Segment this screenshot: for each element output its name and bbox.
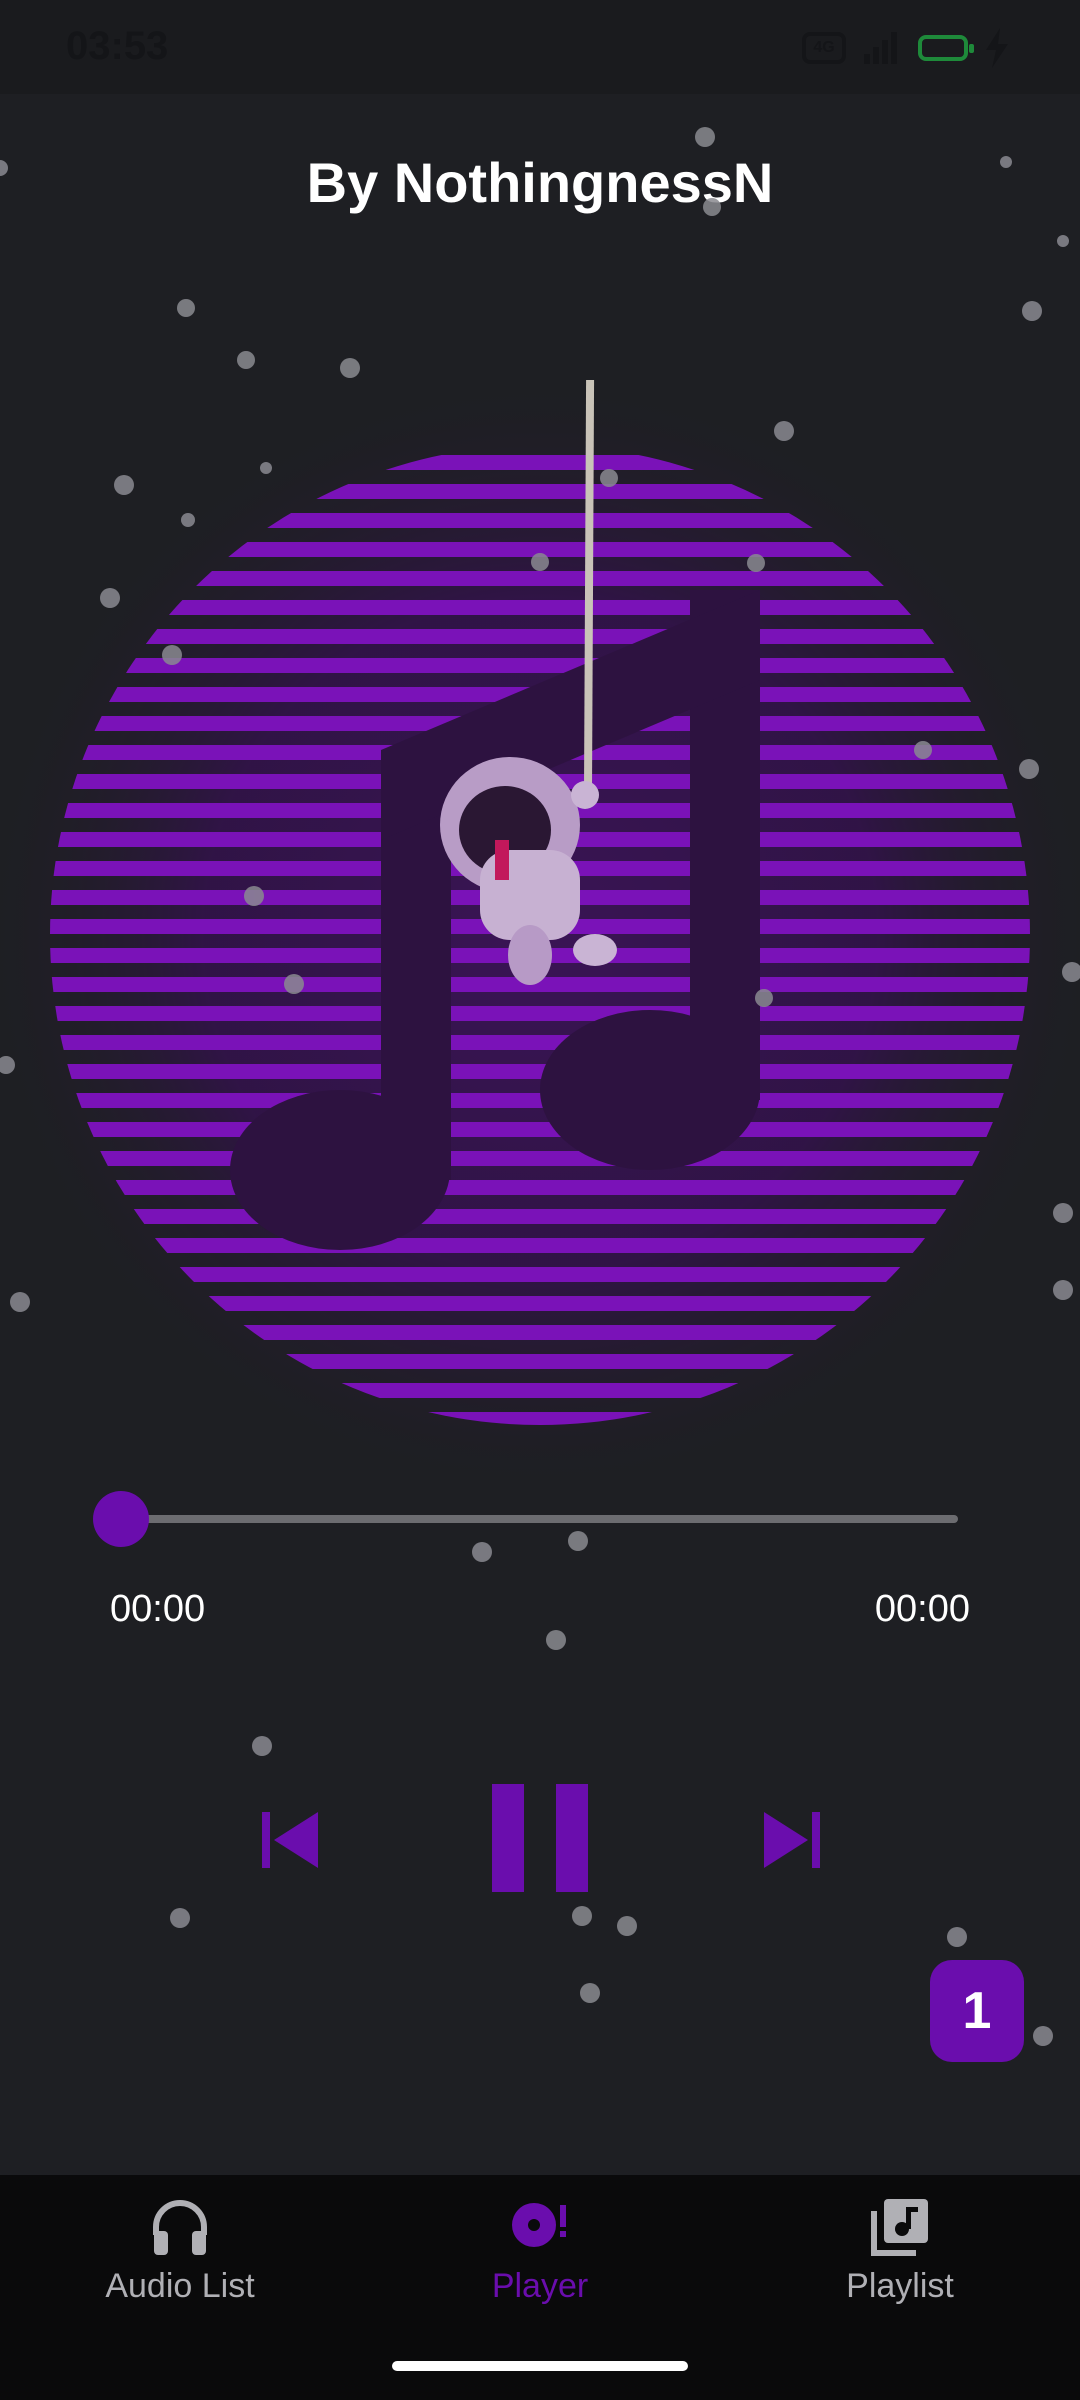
seek-bar-thumb[interactable] xyxy=(93,1491,149,1547)
art-stripe xyxy=(50,1064,1030,1079)
charging-icon xyxy=(986,28,1008,68)
particle-dot xyxy=(237,351,255,369)
particle-dot xyxy=(340,358,360,378)
particle-dot xyxy=(580,1983,600,2003)
nav-item-player[interactable]: Player xyxy=(400,2195,680,2306)
album-art xyxy=(0,380,1080,1480)
nav-item-audio-list[interactable]: Audio List xyxy=(40,2195,320,2306)
art-stripe xyxy=(50,1238,1030,1253)
particle-dot xyxy=(1033,2026,1053,2046)
particle-dot xyxy=(572,1906,592,1926)
home-indicator[interactable] xyxy=(392,2361,688,2371)
art-stripe xyxy=(50,1151,1030,1166)
pause-button[interactable] xyxy=(488,1780,592,1896)
skip-next-icon xyxy=(764,1812,820,1868)
particle-dot xyxy=(1022,301,1042,321)
status-bar: 03:53 4G xyxy=(0,0,1080,94)
art-stripe xyxy=(50,484,1030,499)
status-time: 03:53 xyxy=(66,24,169,68)
signal-icon xyxy=(864,32,897,64)
particle-dot xyxy=(472,1542,492,1562)
nav-label-audio-list: Audio List xyxy=(105,2267,255,2305)
particle-dot xyxy=(1057,235,1069,247)
art-stripe xyxy=(50,1412,1030,1425)
current-time: 00:00 xyxy=(110,1588,206,1630)
particle-dot xyxy=(177,299,195,317)
particle-dot xyxy=(252,1736,272,1756)
art-stripe xyxy=(50,1209,1030,1224)
nav-label-playlist: Playlist xyxy=(846,2267,954,2305)
status-icons: 4G xyxy=(802,26,1010,70)
art-stripe xyxy=(50,1006,1030,1021)
battery-icon xyxy=(918,35,974,61)
art-stripe xyxy=(50,1180,1030,1195)
art-stripe xyxy=(50,1093,1030,1108)
nav-item-playlist[interactable]: Playlist xyxy=(760,2195,1040,2306)
nav-label-player: Player xyxy=(491,2267,589,2305)
particle-dot xyxy=(617,1916,637,1936)
particle-dot xyxy=(170,1908,190,1928)
player-screen: 03:53 4G By NothingnessN 00:00 00:00 1 A… xyxy=(0,0,1080,2400)
particle-dot xyxy=(546,1630,566,1650)
headphones-icon xyxy=(153,2200,207,2255)
art-stripe xyxy=(50,629,1030,644)
art-stripe xyxy=(50,1122,1030,1137)
art-stripe xyxy=(50,600,1030,615)
library-music-icon xyxy=(871,2199,928,2256)
seek-bar-track[interactable] xyxy=(120,1515,958,1523)
disc-icon xyxy=(512,2203,566,2247)
network-type-icon: 4G xyxy=(802,32,846,64)
particle-dot xyxy=(568,1531,588,1551)
particle-dot xyxy=(695,127,715,147)
art-stripe xyxy=(50,1035,1030,1050)
rope xyxy=(584,380,595,791)
queue-count-badge[interactable]: 1 xyxy=(930,1960,1024,2062)
total-time: 00:00 xyxy=(874,1588,970,1630)
next-button[interactable] xyxy=(760,1808,824,1872)
particle-dot xyxy=(947,1927,967,1947)
art-stripe xyxy=(50,658,1030,673)
art-stripe xyxy=(50,1383,1030,1398)
previous-button[interactable] xyxy=(258,1808,322,1872)
skip-previous-icon xyxy=(262,1812,318,1868)
pause-icon xyxy=(492,1784,588,1892)
artist-title: By NothingnessN xyxy=(306,151,774,214)
art-stripe xyxy=(50,455,1030,470)
